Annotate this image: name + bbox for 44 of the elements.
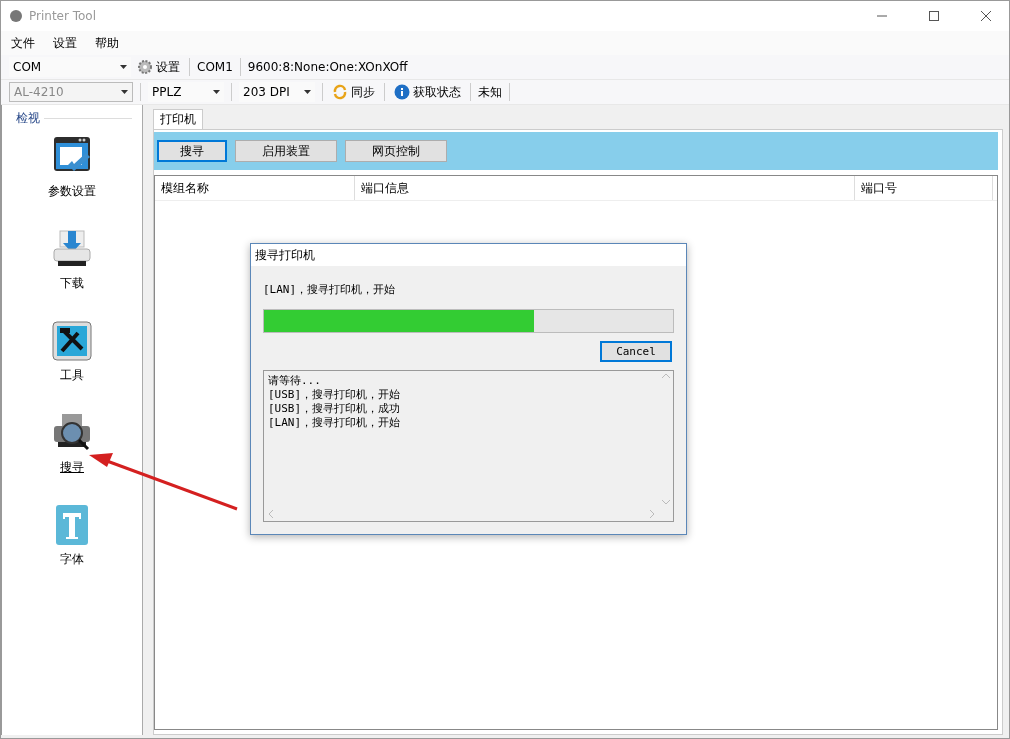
window-title: Printer Tool [29,9,98,23]
cancel-button[interactable]: Cancel [600,341,672,362]
status-message: [LAN]，搜寻打印机，开始 [263,282,397,297]
settings-button[interactable]: 设置 [135,58,182,76]
dialog-title: 搜寻打印机 [251,244,686,266]
sidebar-item[interactable]: 工具 [27,319,117,403]
menu-item[interactable]: 文件 [11,34,35,52]
sync-icon [332,84,348,100]
port-name: COM1 [197,60,233,74]
info-icon [394,84,410,100]
caret-icon [120,65,127,69]
scroll-left-icon[interactable] [268,510,274,518]
scroll-right-icon[interactable] [649,510,655,518]
action-button[interactable]: 网页控制 [345,140,447,162]
menu-item[interactable]: 帮助 [95,34,119,52]
maximize-icon [929,11,939,21]
column-header[interactable]: 端口信息 [355,176,855,200]
column-header[interactable]: 端口号 [855,176,993,200]
action-button[interactable]: 搜寻 [157,140,227,162]
get-status-button[interactable]: 获取状态 [392,83,463,101]
column-header[interactable]: 模组名称 [155,176,355,200]
log-line: [LAN]，搜寻打印机，开始 [268,416,402,430]
log-line: [USB]，搜寻打印机，成功 [268,402,402,416]
scroll-down-icon[interactable] [662,499,670,505]
sidebar-item[interactable]: 字体 [27,503,117,587]
log-line: 请等待... [268,374,322,388]
caret-icon [213,90,220,94]
caret-icon [121,90,128,94]
gear-icon [137,59,153,75]
sidebar-item[interactable]: 参数设置 [27,135,117,219]
tools-icon [50,319,94,363]
sync-button[interactable]: 同步 [330,83,377,101]
caret-icon [304,90,311,94]
menu-item[interactable]: 设置 [53,34,77,52]
close-icon [981,11,991,21]
app-icon [9,9,23,23]
status-text: 未知 [478,83,502,101]
scroll-up-icon[interactable] [662,373,670,379]
sidebar-item[interactable]: 下载 [27,227,117,311]
log-line: [USB]，搜寻打印机，开始 [268,388,402,402]
tab[interactable]: 打印机 [153,109,203,129]
port-parameters: 9600:8:None:One:XOnXOff [247,60,408,74]
action-button[interactable]: 启用装置 [235,140,337,162]
sidebar-title: 检视 [16,110,40,127]
